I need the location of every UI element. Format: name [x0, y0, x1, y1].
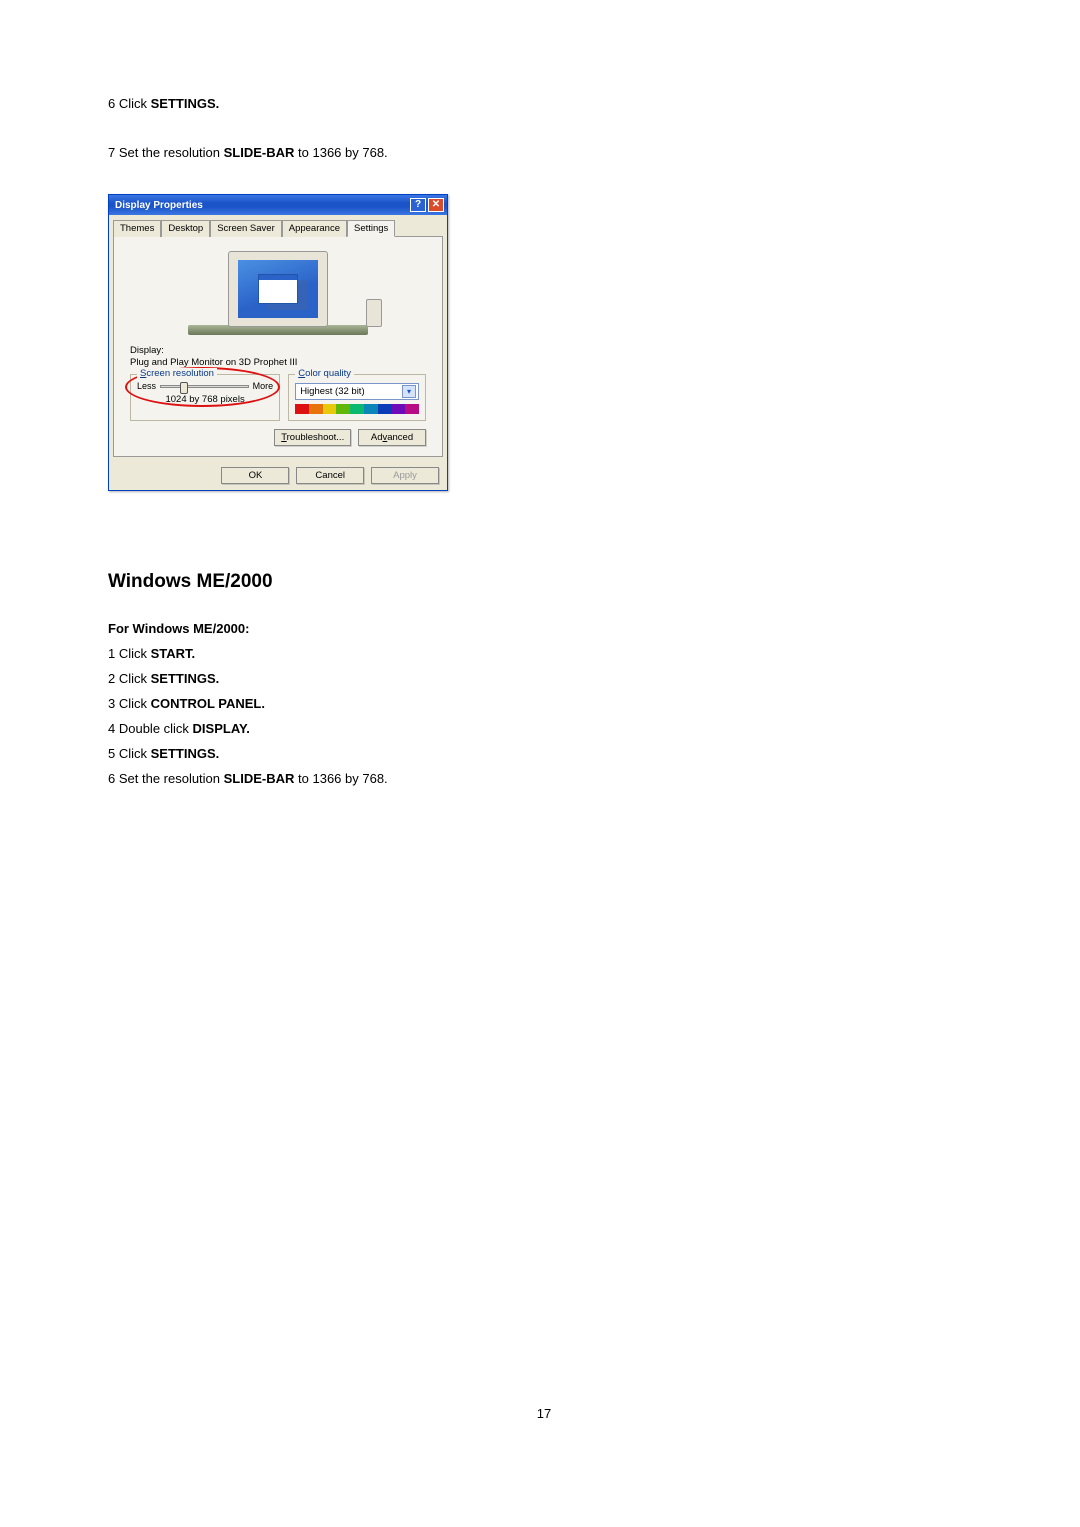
tab-body: Display: Plug and Play Monitor on 3D Pro… [113, 236, 443, 457]
color-quality-group: Color quality Highest (32 bit) ▾ [288, 374, 426, 421]
screen-resolution-group: Screen resolution Less More 1024 by 768 … [130, 374, 280, 421]
color-quality-select[interactable]: Highest (32 bit) ▾ [295, 383, 419, 400]
slider-thumb-icon[interactable] [180, 382, 188, 394]
tab-appearance[interactable]: Appearance [282, 220, 347, 237]
tabs: Themes Desktop Screen Saver Appearance S… [109, 215, 447, 236]
step-text: Click [115, 96, 150, 111]
monitor-preview [130, 243, 426, 335]
resolution-slider[interactable] [160, 385, 249, 388]
step-bold: SETTINGS. [151, 96, 220, 111]
section-subheading: For Windows ME/2000: [108, 621, 1040, 636]
instruction-step-6: 6 Click SETTINGS. [108, 96, 1040, 111]
step-text: Set the resolution [115, 145, 223, 160]
step-suffix: to 1366 by 768. [294, 145, 387, 160]
step-bold: SLIDE-BAR [224, 145, 295, 160]
help-icon[interactable]: ? [410, 198, 426, 212]
tab-themes[interactable]: Themes [113, 220, 161, 237]
ok-button[interactable]: OK [221, 467, 289, 484]
tab-desktop[interactable]: Desktop [161, 220, 210, 237]
page-number: 17 [48, 1406, 1040, 1421]
troubleshoot-button[interactable]: Troubleshoot... [274, 429, 351, 446]
instruction-step-2: 2 Click SETTINGS. [108, 671, 1040, 686]
display-properties-dialog: Display Properties ? ✕ Themes Desktop Sc… [108, 194, 448, 491]
computer-tower-icon [366, 299, 382, 327]
resolution-value: 1024 by 768 pixels [137, 394, 273, 405]
screen-resolution-legend: Screen resolution [137, 368, 217, 379]
instruction-step-3: 3 Click CONTROL PANEL. [108, 696, 1040, 711]
tab-settings[interactable]: Settings [347, 220, 395, 237]
apply-button[interactable]: Apply [371, 467, 439, 484]
display-label: Display: [130, 345, 426, 356]
chevron-down-icon[interactable]: ▾ [402, 385, 416, 398]
color-quality-value: Highest (32 bit) [300, 386, 364, 397]
section-heading: Windows ME/2000 [108, 571, 1040, 593]
tab-screensaver[interactable]: Screen Saver [210, 220, 282, 237]
color-strip [295, 404, 419, 414]
instruction-step-6b: 6 Set the resolution SLIDE-BAR to 1366 b… [108, 771, 1040, 786]
dialog-title: Display Properties [115, 200, 203, 211]
close-icon[interactable]: ✕ [428, 198, 444, 212]
titlebar: Display Properties ? ✕ [109, 195, 447, 215]
display-text: Plug and Play Monitor on 3D Prophet III [130, 357, 426, 368]
instruction-step-1: 1 Click START. [108, 646, 1040, 661]
instruction-step-4: 4 Double click DISPLAY. [108, 721, 1040, 736]
advanced-button[interactable]: Advanced [358, 429, 426, 446]
cancel-button[interactable]: Cancel [296, 467, 364, 484]
color-quality-legend: Color quality [295, 368, 354, 379]
instruction-step-7: 7 Set the resolution SLIDE-BAR to 1366 b… [108, 145, 1040, 160]
dialog-footer: OK Cancel Apply [109, 461, 447, 490]
monitor-icon [228, 251, 328, 327]
slider-more-label: More [253, 381, 274, 391]
slider-less-label: Less [137, 381, 156, 391]
instruction-step-5: 5 Click SETTINGS. [108, 746, 1040, 761]
